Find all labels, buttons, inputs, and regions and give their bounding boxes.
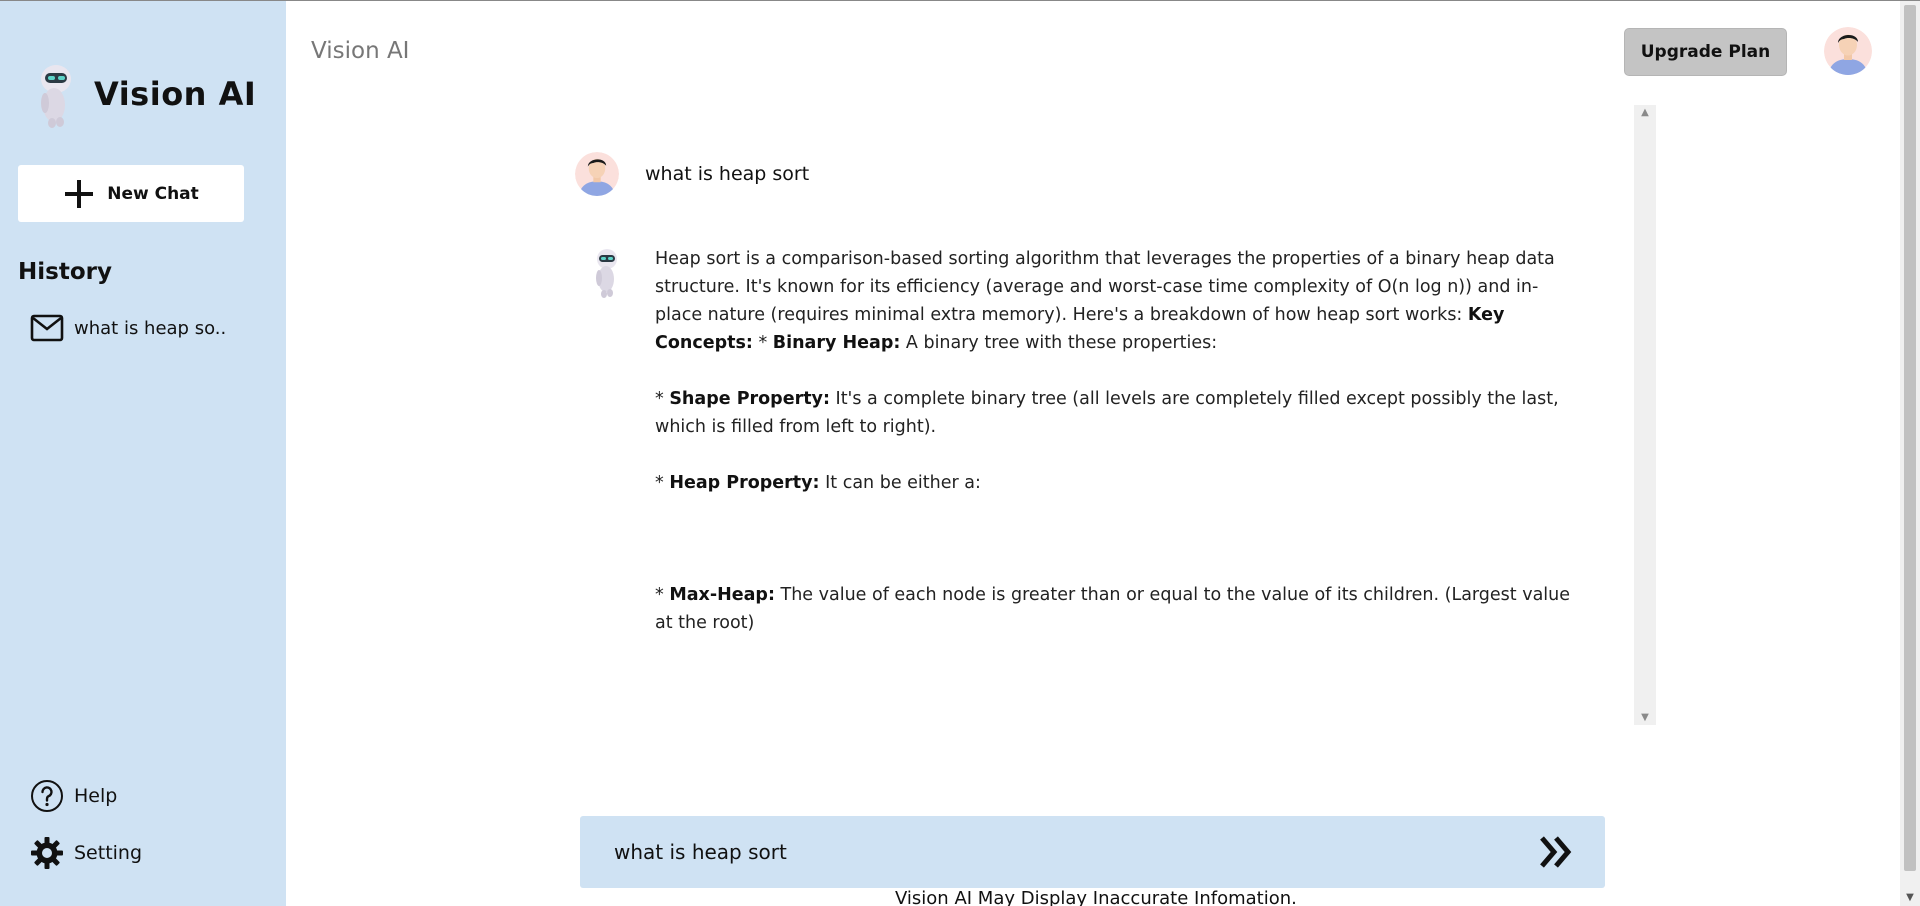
chat-scrollbar[interactable]: ▲ ▼ [1634,105,1656,725]
page-scrollbar[interactable]: ▼ [1900,1,1920,906]
send-icon[interactable] [1536,834,1576,870]
bot-paragraph: * Max-Heap: The value of each node is gr… [655,585,1571,633]
sidebar: Vision AI New Chat History what is heap … [0,1,286,906]
help-icon [31,780,63,812]
help-link[interactable]: Help [30,779,117,813]
new-chat-button[interactable]: New Chat [18,165,244,222]
scroll-up-arrow-icon[interactable]: ▲ [1634,107,1656,118]
user-avatar-icon[interactable] [1824,27,1872,75]
bot-paragraph: * Heap Property: It can be either a: [655,473,981,493]
bot-paragraph: * Shape Property: It's a complete binary… [655,389,1559,437]
binary-heap-label: Binary Heap: [772,333,901,353]
history-item-label: what is heap so.. [74,317,227,339]
setting-link[interactable]: Setting [30,836,142,870]
chat-input-bar [580,816,1605,888]
gear-icon [31,837,63,869]
page-scroll-down-icon[interactable]: ▼ [1900,892,1920,903]
setting-label: Setting [74,842,143,864]
page-title: Vision AI [311,38,410,64]
robot-logo-icon [41,65,71,128]
mail-icon [30,314,64,342]
history-item[interactable]: what is heap so.. [30,313,226,343]
disclaimer-text: Vision AI May Display Inaccurate Infomat… [895,888,1297,906]
heap-property-label: Heap Property: [669,473,820,493]
brand[interactable]: Vision AI [30,59,256,129]
bot-message-text: Heap sort is a comparison-based sorting … [655,245,1580,725]
shape-property-label: Shape Property: [669,389,830,409]
user-message: what is heap sort [575,152,809,196]
bot-paragraph: Heap sort is a comparison-based sorting … [655,245,1580,357]
user-message-text: what is heap sort [645,163,810,185]
user-avatar-icon [575,152,619,196]
scroll-down-arrow-icon[interactable]: ▼ [1634,712,1656,723]
history-title: History [18,259,112,285]
heap-property-text: It can be either a: [819,473,981,493]
max-heap-label: Max-Heap: [669,585,775,605]
page-scroll-thumb[interactable] [1904,5,1916,871]
bot-paragraph: * [655,721,1580,725]
chat-thread: what is heap sort Heap sort is a compari… [575,105,1655,725]
chat-input[interactable] [614,834,1494,870]
help-label: Help [74,785,118,807]
upgrade-plan-button[interactable]: Upgrade Plan [1624,28,1787,76]
plus-icon [65,179,94,208]
binary-heap-text: A binary tree with these properties: [900,333,1218,353]
new-chat-label: New Chat [107,183,199,204]
brand-name: Vision AI [94,75,257,113]
max-heap-text: The value of each node is greater than o… [655,585,1571,633]
bot-intro: Heap sort is a comparison-based sorting … [655,249,1555,325]
bullet-star: * [752,333,773,353]
bot-avatar-icon [596,249,617,298]
